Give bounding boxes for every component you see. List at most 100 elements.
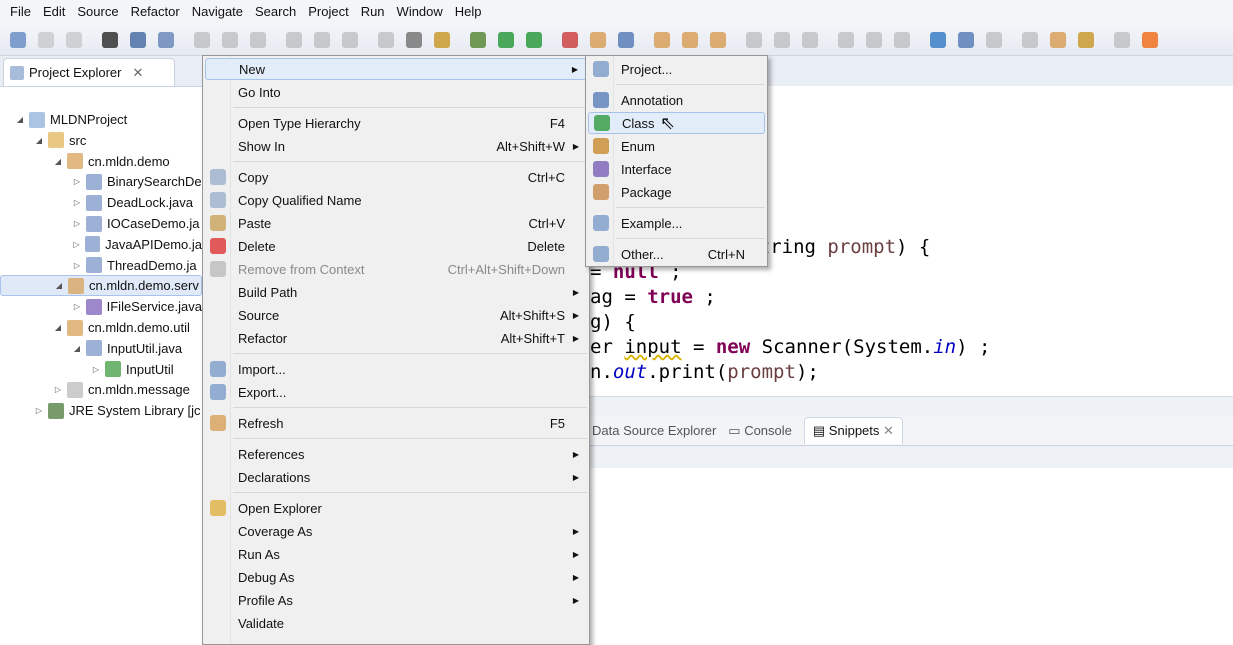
toolbar-button-icon[interactable] — [158, 32, 174, 48]
tree-item[interactable]: ▷ IOCaseDemo.ja — [0, 213, 202, 234]
collapsed-arrow-icon[interactable]: ▷ — [71, 198, 83, 207]
toolbar-button-icon[interactable] — [250, 32, 266, 48]
toolbar-button-icon[interactable] — [838, 32, 854, 48]
tree-item[interactable]: ◢ MLDNProject — [0, 109, 202, 130]
tree-item[interactable]: ◢ cn.mldn.demo — [0, 151, 202, 172]
menu-item-copy-qualified-name[interactable]: Copy Qualified Name — [205, 189, 587, 211]
tree-item[interactable]: ▷ BinarySearchDe — [0, 171, 202, 192]
toolbar-button-icon[interactable] — [682, 32, 698, 48]
menu-refactor[interactable]: Refactor — [125, 4, 186, 19]
menu-source[interactable]: Source — [71, 4, 124, 19]
toolbar-button-icon[interactable] — [130, 32, 146, 48]
expanded-arrow-icon[interactable]: ◢ — [33, 136, 45, 145]
toolbar-button-icon[interactable] — [406, 32, 422, 48]
tree-item[interactable]: ◢ InputUtil.java — [0, 338, 202, 359]
collapsed-arrow-icon[interactable]: ▷ — [33, 406, 45, 415]
toolbar-button-icon[interactable] — [498, 32, 514, 48]
tree-item[interactable]: ▷ InputUtil — [0, 359, 202, 380]
menu-item-build-path[interactable]: Build Path ▶ — [205, 281, 587, 303]
toolbar-button-icon[interactable] — [710, 32, 726, 48]
toolbar-button-icon[interactable] — [434, 32, 450, 48]
menu-navigate[interactable]: Navigate — [186, 4, 249, 19]
tree-item[interactable]: ▷ ThreadDemo.ja — [0, 255, 202, 276]
menu-item-import[interactable]: Import... — [205, 358, 587, 380]
menu-search[interactable]: Search — [249, 4, 302, 19]
menu-item-open-type-hierarchy[interactable]: Open Type Hierarchy F4 — [205, 112, 587, 134]
toolbar-button-icon[interactable] — [958, 32, 974, 48]
toolbar-button-icon[interactable] — [894, 32, 910, 48]
toolbar-button-icon[interactable] — [378, 32, 394, 48]
toolbar-button-icon[interactable] — [470, 32, 486, 48]
toolbar-button-icon[interactable] — [618, 32, 634, 48]
toolbar-button-icon[interactable] — [774, 32, 790, 48]
menu-item-open-explorer[interactable]: Open Explorer — [205, 497, 587, 519]
expanded-arrow-icon[interactable]: ◢ — [14, 115, 26, 124]
menu-edit[interactable]: Edit — [37, 4, 71, 19]
menu-item-references[interactable]: References ▶ — [205, 443, 587, 465]
menu-item-validate[interactable]: Validate — [205, 612, 587, 634]
menu-item-run-as[interactable]: Run As ▶ — [205, 543, 587, 565]
collapsed-arrow-icon[interactable]: ▷ — [90, 365, 102, 374]
collapsed-arrow-icon[interactable]: ▷ — [71, 219, 83, 228]
expanded-arrow-icon[interactable]: ◢ — [52, 323, 64, 332]
menu-item-refresh[interactable]: Refresh F5 — [205, 412, 587, 434]
toolbar-button-icon[interactable] — [986, 32, 1002, 48]
toolbar-button-icon[interactable] — [314, 32, 330, 48]
menu-item-paste[interactable]: Paste Ctrl+V — [205, 212, 587, 234]
toolbar-button-icon[interactable] — [194, 32, 210, 48]
menu-item-enum[interactable]: Enum — [588, 135, 765, 157]
tab-data-source-explorer[interactable]: Data Source Explorer — [592, 423, 716, 438]
tree-item[interactable]: ◢ cn.mldn.demo.util — [0, 317, 202, 338]
menu-item-refactor[interactable]: Refactor Alt+Shift+T ▶ — [205, 327, 587, 349]
tree-item[interactable]: ▷ DeadLock.java — [0, 192, 202, 213]
toolbar-button-icon[interactable] — [1078, 32, 1094, 48]
tree-item[interactable]: ◢ cn.mldn.demo.serv — [0, 275, 202, 297]
menu-item-source[interactable]: Source Alt+Shift+S ▶ — [205, 304, 587, 326]
menu-run[interactable]: Run — [355, 4, 391, 19]
menu-item-new[interactable]: New ▶ — [205, 58, 587, 80]
menu-item-interface[interactable]: Interface — [588, 158, 765, 180]
toolbar-button-icon[interactable] — [1142, 32, 1158, 48]
collapsed-arrow-icon[interactable]: ▷ — [71, 177, 83, 186]
close-icon[interactable]: ✕ — [883, 423, 894, 438]
menu-item-example[interactable]: Example... — [588, 212, 765, 234]
tree-item[interactable]: ▷ cn.mldn.message — [0, 379, 202, 400]
menu-help[interactable]: Help — [449, 4, 488, 19]
menu-item-delete[interactable]: Delete Delete — [205, 235, 587, 257]
menu-project[interactable]: Project — [302, 4, 354, 19]
close-icon[interactable]: ✕ — [132, 65, 143, 81]
menu-item-debug-as[interactable]: Debug As ▶ — [205, 566, 587, 588]
toolbar-button-icon[interactable] — [38, 32, 54, 48]
toolbar-button-icon[interactable] — [654, 32, 670, 48]
toolbar-button-icon[interactable] — [222, 32, 238, 48]
menu-item-export[interactable]: Export... — [205, 381, 587, 403]
toolbar-button-icon[interactable] — [802, 32, 818, 48]
toolbar-button-icon[interactable] — [1114, 32, 1130, 48]
collapsed-arrow-icon[interactable]: ▷ — [71, 240, 82, 249]
toolbar-button-icon[interactable] — [590, 32, 606, 48]
menu-item-annotation[interactable]: Annotation — [588, 89, 765, 111]
expanded-arrow-icon[interactable]: ◢ — [71, 344, 83, 353]
collapsed-arrow-icon[interactable]: ▷ — [71, 302, 83, 311]
tree-item[interactable]: ▷ JRE System Library [jc — [0, 400, 202, 421]
menu-item-package[interactable]: Package — [588, 181, 765, 203]
toolbar-button-icon[interactable] — [10, 32, 26, 48]
menu-item-coverage-as[interactable]: Coverage As ▶ — [205, 520, 587, 542]
toolbar-button-icon[interactable] — [866, 32, 882, 48]
collapsed-arrow-icon[interactable]: ▷ — [52, 385, 64, 394]
tree-item[interactable]: ▷ IFileService.java — [0, 296, 202, 317]
toolbar-button-icon[interactable] — [1022, 32, 1038, 48]
menu-file[interactable]: File — [4, 4, 37, 19]
toolbar-button-icon[interactable] — [746, 32, 762, 48]
tree-item[interactable]: ▷ JavaAPIDemo.ja — [0, 234, 202, 255]
toolbar-button-icon[interactable] — [286, 32, 302, 48]
toolbar-button-icon[interactable] — [1050, 32, 1066, 48]
menu-item-copy[interactable]: Copy Ctrl+C — [205, 166, 587, 188]
toolbar-button-icon[interactable] — [526, 32, 542, 48]
menu-item-profile-as[interactable]: Profile As ▶ — [205, 589, 587, 611]
menu-window[interactable]: Window — [391, 4, 449, 19]
menu-item-other[interactable]: Other... Ctrl+N — [588, 243, 765, 265]
expanded-arrow-icon[interactable]: ◢ — [52, 157, 64, 166]
tab-console[interactable]: ▭ Console — [728, 423, 792, 439]
toolbar-button-icon[interactable] — [930, 32, 946, 48]
